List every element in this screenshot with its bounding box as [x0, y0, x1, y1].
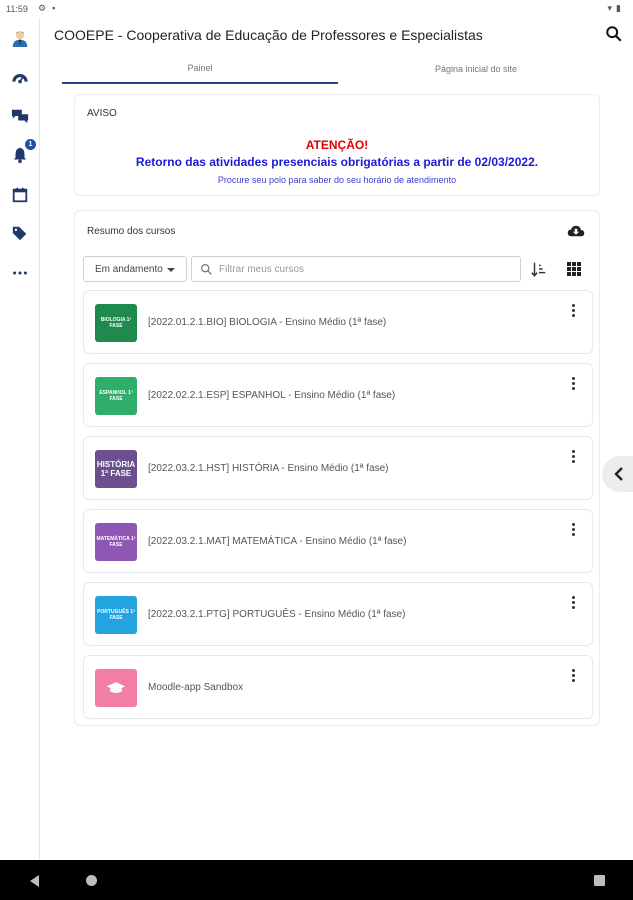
home-icon[interactable]	[86, 875, 97, 886]
messages-icon	[11, 109, 29, 124]
system-nav-bar	[0, 860, 633, 900]
course-thumbnail: ESPANHOL 1ª FASE	[95, 377, 137, 415]
course-thumb-text: PORTUGUÊS 1ª FASE	[97, 609, 135, 621]
notice-message: Retorno das atividades presenciais obrig…	[135, 155, 539, 169]
sidebar-item-tags[interactable]	[10, 223, 30, 243]
tags-icon	[12, 226, 27, 241]
status-left-icons: ⚙▪	[38, 3, 61, 14]
sim-icon: ▪	[52, 3, 62, 13]
status-right-icons: ▾▮	[608, 3, 625, 14]
cloud-download-icon[interactable]	[567, 223, 585, 239]
wifi-icon: ▾	[607, 3, 617, 13]
course-name: [2022.02.2.1.ESP] ESPANHOL - Ensino Médi…	[148, 390, 396, 401]
tab-bar: Painel Página inicial do site	[40, 54, 633, 84]
course-thumbnail: HISTÓRIA 1ª FASE	[95, 450, 137, 488]
chevron-left-icon	[614, 467, 623, 481]
notice-block: AVISO ATENÇÃO! Retorno das atividades pr…	[74, 94, 600, 196]
course-name: Moodle-app Sandbox	[148, 682, 244, 693]
course-item[interactable]: BIOLOGIA 1ª FASE [2022.01.2.1.BIO] BIOLO…	[83, 290, 593, 354]
sidebar-item-calendar[interactable]	[10, 185, 30, 205]
more-options-icon[interactable]	[570, 523, 576, 539]
tab-painel[interactable]: Painel	[62, 54, 338, 84]
tab-pagina-inicial[interactable]: Página inicial do site	[338, 54, 614, 84]
sidebar-item-dashboard[interactable]	[10, 68, 30, 88]
avatar[interactable]	[10, 28, 30, 48]
more-options-icon[interactable]	[570, 304, 576, 320]
more-options-icon[interactable]	[570, 596, 576, 612]
course-overview: Resumo dos cursos Em andamento BIOLOGIA …	[74, 210, 600, 726]
course-thumb-text: BIOLOGIA 1ª FASE	[100, 317, 132, 329]
avatar-icon	[12, 31, 28, 47]
notice-label: AVISO	[87, 108, 117, 119]
course-item[interactable]: ESPANHOL 1ª FASE [2022.02.2.1.ESP] ESPAN…	[83, 363, 593, 427]
page-title: COOEPE - Cooperativa de Educação de Prof…	[54, 27, 483, 43]
more-options-icon[interactable]	[570, 450, 576, 466]
course-overview-title: Resumo dos cursos	[87, 226, 176, 237]
sort-icon[interactable]	[530, 260, 548, 278]
battery-icon: ▮	[616, 3, 625, 13]
course-name: [2022.03.2.1.HST] HISTÓRIA - Ensino Médi…	[148, 463, 389, 474]
more-options-icon[interactable]	[570, 669, 576, 685]
course-search-input[interactable]	[219, 261, 509, 278]
status-bar: 11:59 ⚙▪ ▾▮	[0, 0, 633, 18]
course-name: [2022.03.2.1.PTG] PORTUGUÊS - Ensino Méd…	[148, 609, 406, 620]
status-time: 11:59	[6, 4, 28, 14]
graduation-cap-icon	[106, 682, 126, 693]
course-name: [2022.03.2.1.MAT] MATEMÁTICA - Ensino Mé…	[148, 536, 407, 547]
course-thumb-text: ESPANHOL 1ª FASE	[99, 390, 133, 402]
course-thumb-text: MATEMÁTICA 1ª FASE	[96, 536, 136, 548]
course-item[interactable]: Moodle-app Sandbox	[83, 655, 593, 719]
course-thumbnail: PORTUGUÊS 1ª FASE	[95, 596, 137, 634]
course-item[interactable]: PORTUGUÊS 1ª FASE [2022.03.2.1.PTG] PORT…	[83, 582, 593, 646]
course-filter-value: Em andamento	[95, 264, 163, 275]
settings-icon: ⚙	[38, 3, 53, 13]
course-thumbnail: BIOLOGIA 1ª FASE	[95, 304, 137, 342]
notification-badge: 1	[25, 139, 36, 150]
sidebar-item-notifications[interactable]: 1	[10, 139, 36, 165]
search-icon	[200, 263, 212, 275]
course-thumbnail: MATEMÁTICA 1ª FASE	[95, 523, 137, 561]
caret-down-icon	[167, 268, 175, 272]
search-icon[interactable]	[605, 25, 623, 43]
calendar-icon	[12, 187, 28, 203]
sidebar: 1	[0, 18, 40, 860]
notice-subtext: Procure seu polo para saber do seu horár…	[217, 175, 457, 185]
course-item[interactable]: MATEMÁTICA 1ª FASE [2022.03.2.1.MAT] MAT…	[83, 509, 593, 573]
course-search-box	[191, 256, 521, 282]
sidebar-item-more[interactable]	[10, 263, 30, 283]
back-icon[interactable]	[30, 875, 39, 887]
grid-view-icon[interactable]	[566, 261, 582, 277]
sidebar-item-messages[interactable]	[10, 106, 30, 126]
course-thumb-text: HISTÓRIA 1ª FASE	[96, 460, 136, 478]
more-options-icon[interactable]	[570, 377, 576, 393]
side-panel-toggle[interactable]	[602, 456, 633, 492]
recent-apps-icon[interactable]	[594, 875, 605, 886]
dashboard-icon	[12, 73, 28, 84]
more-icon	[13, 271, 27, 275]
course-filter-select[interactable]: Em andamento	[83, 256, 187, 282]
course-thumbnail	[95, 669, 137, 707]
course-item[interactable]: HISTÓRIA 1ª FASE [2022.03.2.1.HST] HISTÓ…	[83, 436, 593, 500]
notice-warning: ATENÇÃO!	[305, 138, 369, 152]
app-header: COOEPE - Cooperativa de Educação de Prof…	[40, 18, 633, 52]
course-name: [2022.01.2.1.BIO] BIOLOGIA - Ensino Médi…	[148, 317, 387, 328]
